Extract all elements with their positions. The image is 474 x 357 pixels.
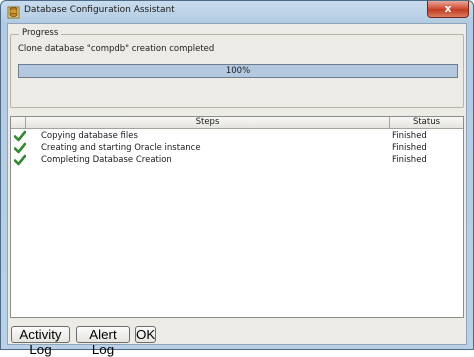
progress-percent: 100%	[225, 66, 251, 76]
step-status: Finished	[392, 155, 427, 165]
check-icon	[14, 142, 26, 154]
activity-log-button[interactable]: Activity Log	[11, 326, 70, 357]
table-header: Steps Status	[11, 117, 463, 129]
table-row[interactable]: Copying database files Finished	[11, 130, 463, 142]
header-status[interactable]: Status	[390, 117, 463, 129]
step-status: Finished	[392, 143, 427, 153]
step-label: Completing Database Creation	[41, 155, 172, 165]
progress-group-label: Progress	[19, 28, 62, 38]
table-row[interactable]: Creating and starting Oracle instance Fi…	[11, 142, 463, 154]
dialog-content: Progress Clone database "compdb" creatio…	[7, 23, 467, 357]
step-status: Finished	[392, 131, 427, 141]
steps-table: Steps Status Copying database files Fini…	[10, 116, 464, 318]
progress-bar: 100%	[18, 64, 458, 78]
ok-button[interactable]: OK	[135, 326, 156, 343]
check-icon	[14, 130, 26, 142]
table-row[interactable]: Completing Database Creation Finished	[11, 154, 463, 166]
close-button[interactable]: x	[427, 1, 469, 18]
step-label: Creating and starting Oracle instance	[41, 143, 201, 153]
close-icon: x	[444, 2, 452, 15]
dca-window: Database Configuration Assistant x Progr…	[0, 0, 474, 357]
progress-message: Clone database "compdb" creation complet…	[18, 44, 215, 54]
header-steps[interactable]: Steps	[26, 117, 390, 129]
check-icon	[14, 154, 26, 166]
title-bar[interactable]: Database Configuration Assistant x	[1, 1, 473, 23]
progress-group: Progress Clone database "compdb" creatio…	[10, 28, 464, 108]
app-icon	[7, 6, 20, 19]
step-label: Copying database files	[41, 131, 138, 141]
header-icon-column[interactable]	[11, 117, 26, 129]
alert-log-button[interactable]: Alert Log	[76, 326, 130, 357]
window-title: Database Configuration Assistant	[24, 5, 175, 15]
